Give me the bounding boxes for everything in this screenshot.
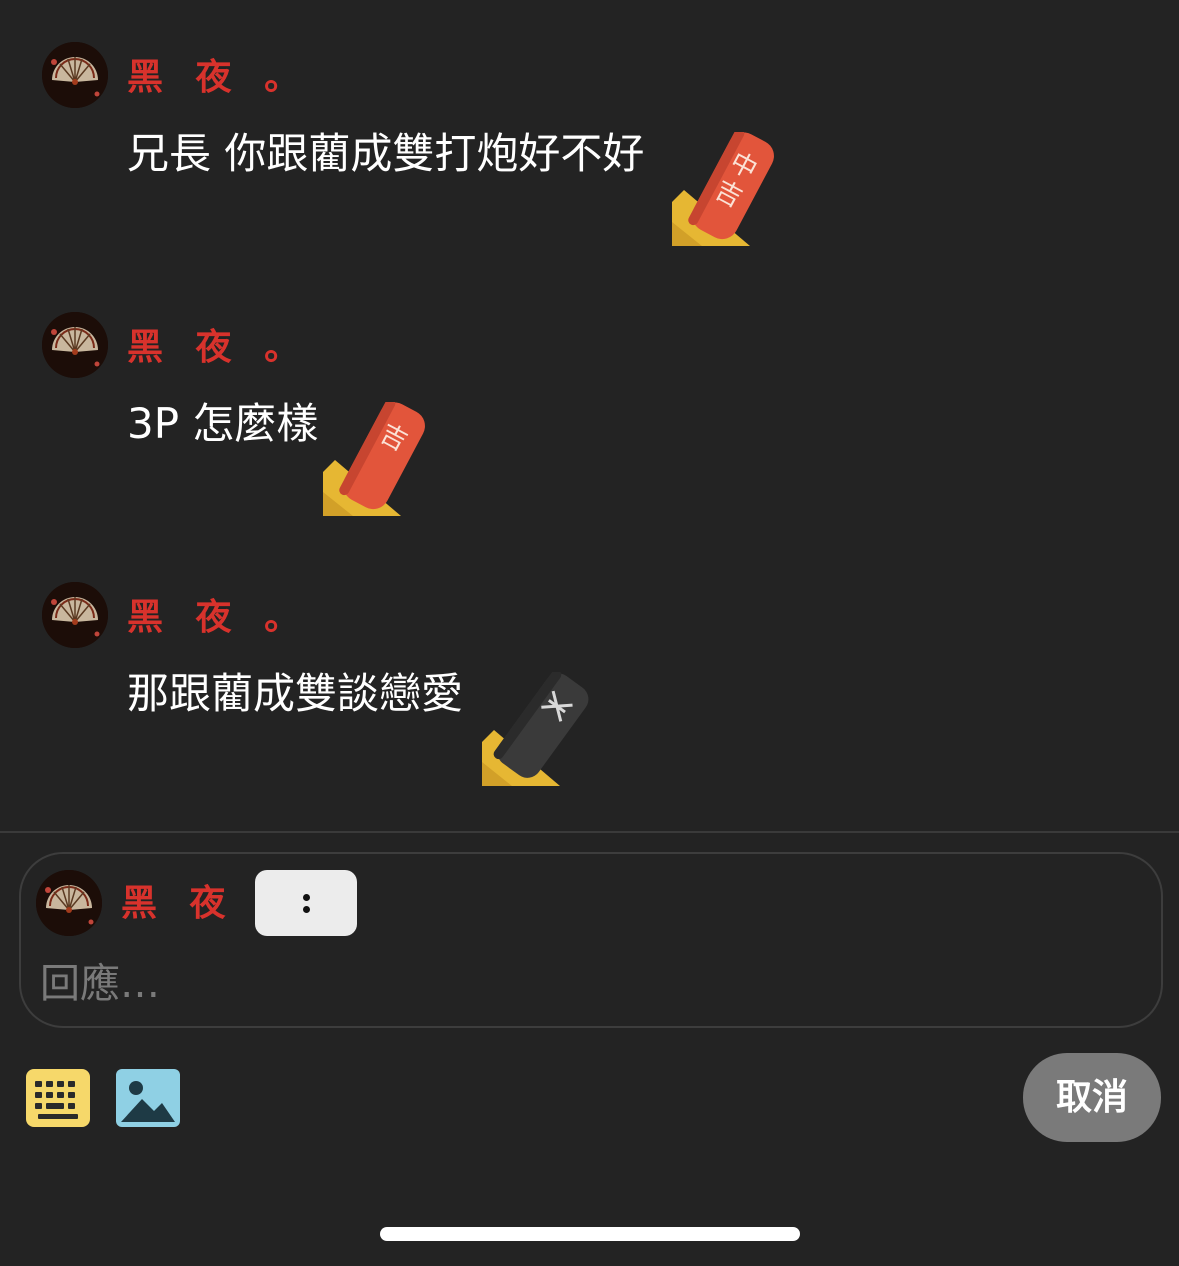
message-text: 兄長 你跟藺成雙打炮好不好 [127,129,645,178]
username[interactable]: 黑 夜 。 [127,328,310,368]
chat-screen: 黑 夜 。 兄長 你跟藺成雙打炮好不好 中 吉 黑 夜 。 3P 怎麼樣 吉 黑… [0,0,1179,1266]
home-indicator[interactable] [380,1227,800,1241]
keyboard-button[interactable] [26,1069,90,1127]
keyboard-icon [26,1069,90,1127]
message-text: 那跟藺成雙談戀愛 [127,669,464,718]
more-vertical-icon [303,894,310,901]
image-upload-button[interactable] [116,1069,180,1127]
divider [0,831,1179,833]
message-text: 3P 怎麼樣 [127,399,319,448]
reply-composer[interactable] [19,852,1163,1028]
mahjong-tile-red-sticker: 吉 [323,398,435,516]
avatar[interactable] [42,582,108,648]
avatar[interactable] [42,42,108,108]
cancel-button[interactable]: 取消 [1023,1053,1161,1142]
more-vertical-icon [303,906,310,913]
mahjong-tile-black-sticker [482,669,594,786]
username[interactable]: 黑 夜 。 [127,58,310,98]
image-icon [116,1069,180,1127]
mahjong-tile-red-zhong-sticker: 中 吉 [672,128,784,246]
avatar[interactable] [42,312,108,378]
more-options-button[interactable] [255,870,357,936]
avatar [36,870,102,936]
reply-input[interactable]: 回應… [40,960,160,1008]
username[interactable]: 黑 夜 。 [127,598,310,638]
